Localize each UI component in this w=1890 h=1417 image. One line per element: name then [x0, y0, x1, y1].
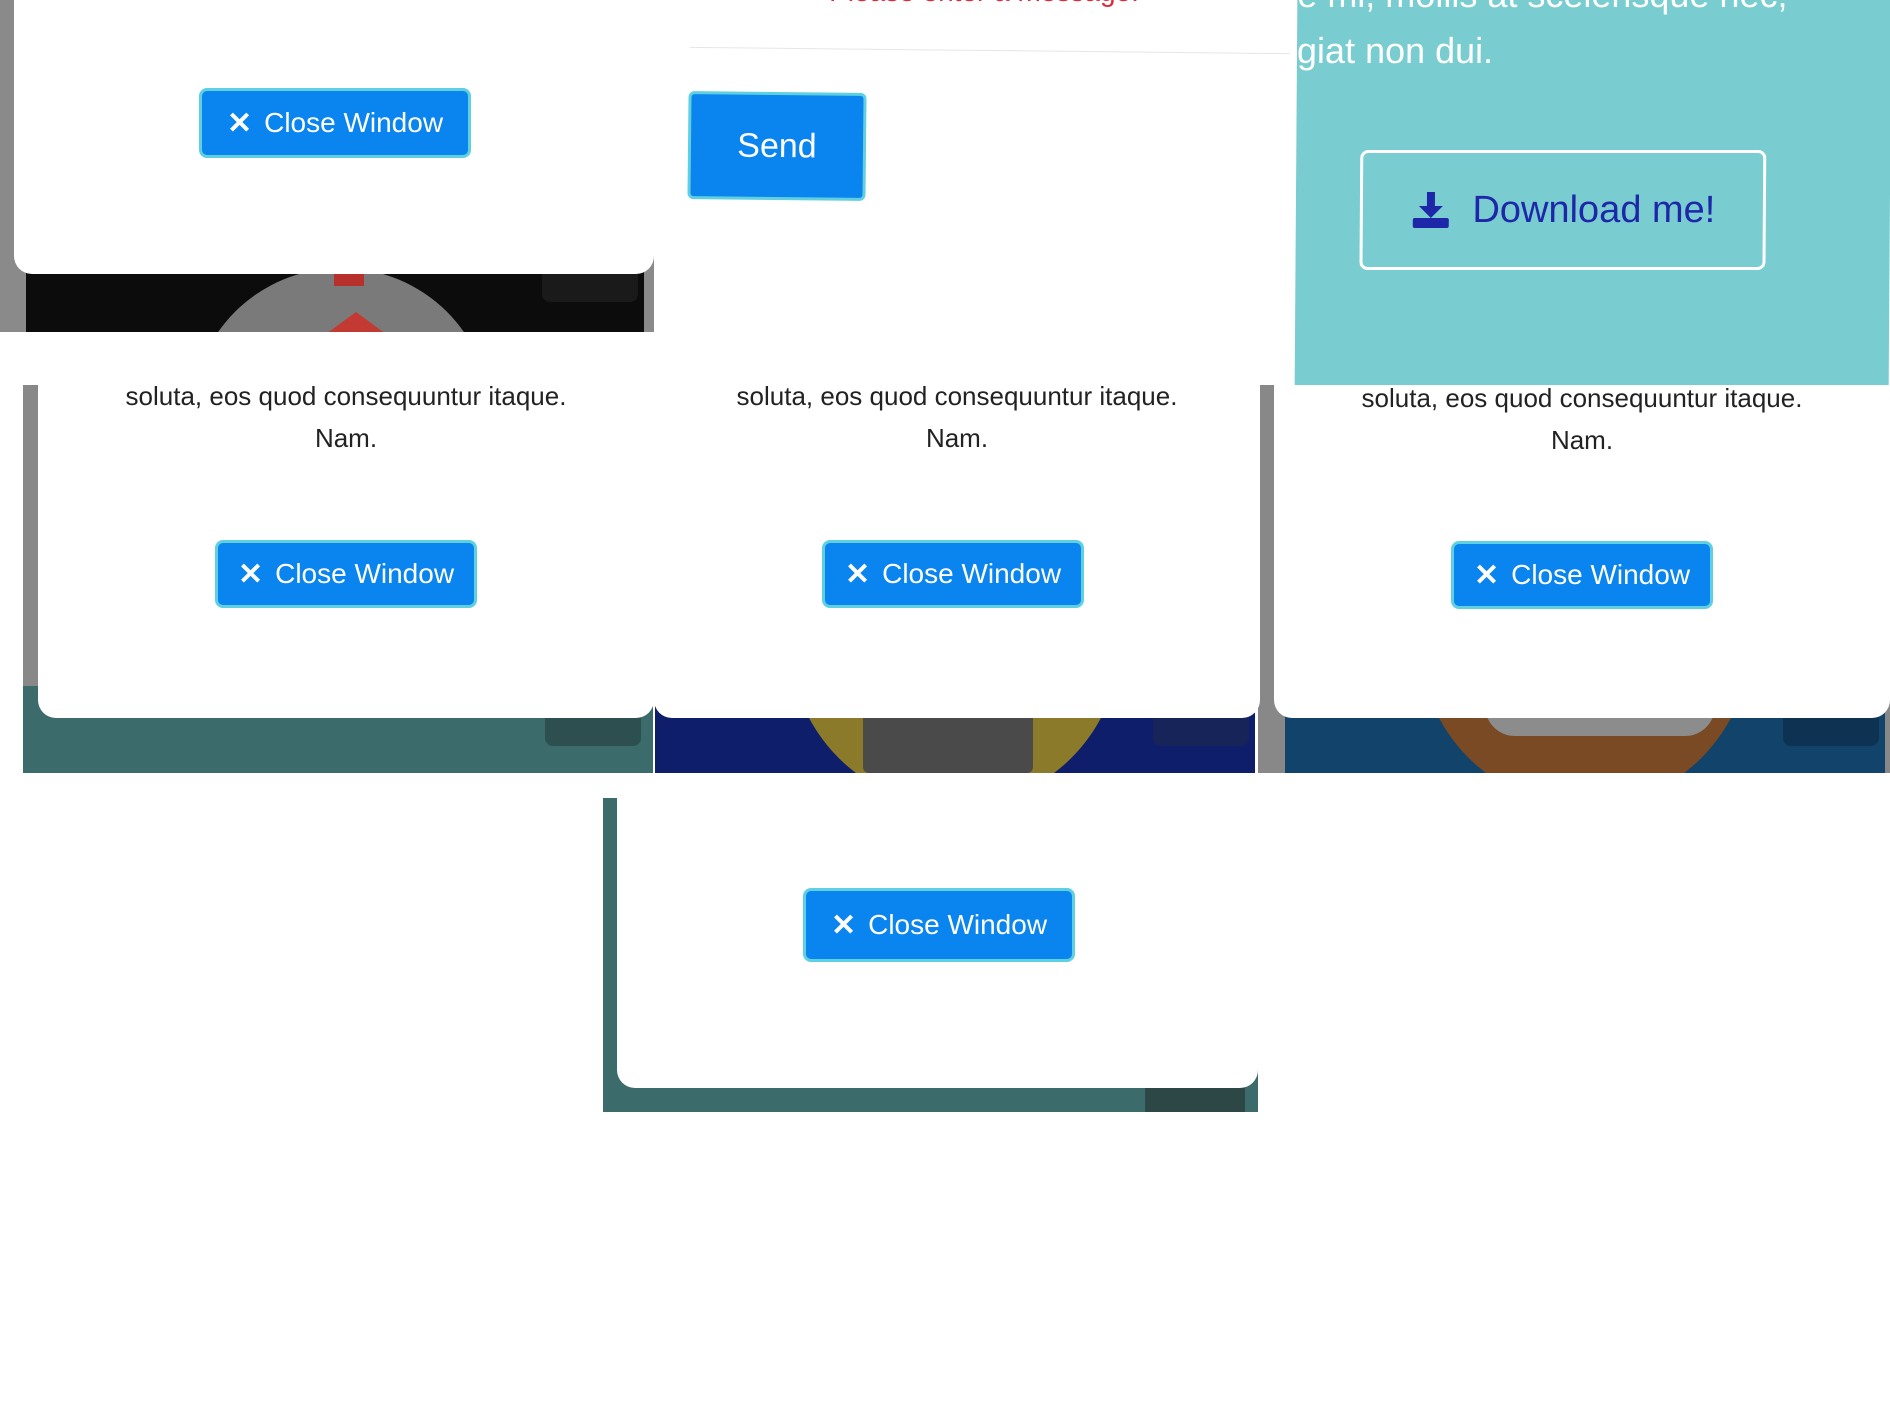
- modal-text-line-2: Nam.: [314, 423, 378, 453]
- close-x-icon: ✕: [1473, 558, 1500, 592]
- close-x-icon: ✕: [237, 557, 264, 591]
- close-window-button[interactable]: ✕ Close Window: [1451, 541, 1713, 609]
- modal-body-text: soluta, eos quod consequuntur itaque. Na…: [654, 375, 1260, 459]
- modal-body-text: soluta, eos quod consequuntur itaque. Na…: [38, 375, 654, 459]
- modal-bottom: ✕ Close Window: [617, 798, 1258, 1088]
- teal-panel-text-line-1: e mi, mollis at scelerisque nec,: [1297, 0, 1787, 16]
- close-window-label: Close Window: [1511, 559, 1691, 590]
- form-error-text: Please enter a message.: [804, 0, 1164, 8]
- modal-text-line-1: soluta, eos quod consequuntur itaque.: [736, 381, 1178, 411]
- close-window-button[interactable]: ✕ Close Window: [215, 540, 477, 608]
- modal-text-line-1: soluta, eos quod consequuntur itaque.: [1361, 385, 1803, 413]
- modal-middle-center: soluta, eos quod consequuntur itaque. Na…: [654, 332, 1260, 718]
- close-window-button[interactable]: ✕ Close Window: [803, 888, 1075, 962]
- close-window-label: Close Window: [868, 909, 1048, 940]
- modal-text-line-1: soluta, eos quod consequuntur itaque.: [125, 381, 567, 411]
- close-window-label: Close Window: [275, 558, 455, 589]
- close-x-icon: ✕: [226, 106, 253, 140]
- close-window-button[interactable]: ✕ Close Window: [822, 540, 1084, 608]
- contact-form-panel: Please enter a message. Send: [654, 0, 1294, 385]
- download-icon: [1412, 192, 1449, 228]
- close-window-label: Close Window: [264, 107, 444, 138]
- download-button[interactable]: Download me!: [1359, 150, 1767, 270]
- modal-body-text: soluta, eos quod consequuntur itaque. Na…: [1274, 385, 1890, 461]
- modal-text-line-2: Nam.: [925, 423, 989, 453]
- download-label: Download me!: [1472, 188, 1716, 231]
- circus-flag-icon: [334, 272, 364, 286]
- close-window-label: Close Window: [882, 558, 1062, 589]
- close-x-icon: ✕: [830, 908, 857, 942]
- modal-top-left: ✕ Close Window: [14, 0, 654, 274]
- modal-middle-left: soluta, eos quod consequuntur itaque. Na…: [38, 332, 654, 718]
- close-window-button[interactable]: ✕ Close Window: [199, 88, 471, 158]
- modal-middle-right: soluta, eos quod consequuntur itaque. Na…: [1274, 385, 1890, 718]
- teal-panel-text-line-2: giat non dui.: [1296, 30, 1494, 71]
- circus-tent-icon: [326, 312, 386, 332]
- form-divider: [690, 46, 1290, 55]
- teal-panel: e mi, mollis at scelerisque nec, giat no…: [1294, 0, 1890, 385]
- send-button[interactable]: Send: [687, 91, 867, 201]
- modal-text-line-2: Nam.: [1550, 425, 1614, 455]
- close-x-icon: ✕: [844, 557, 871, 591]
